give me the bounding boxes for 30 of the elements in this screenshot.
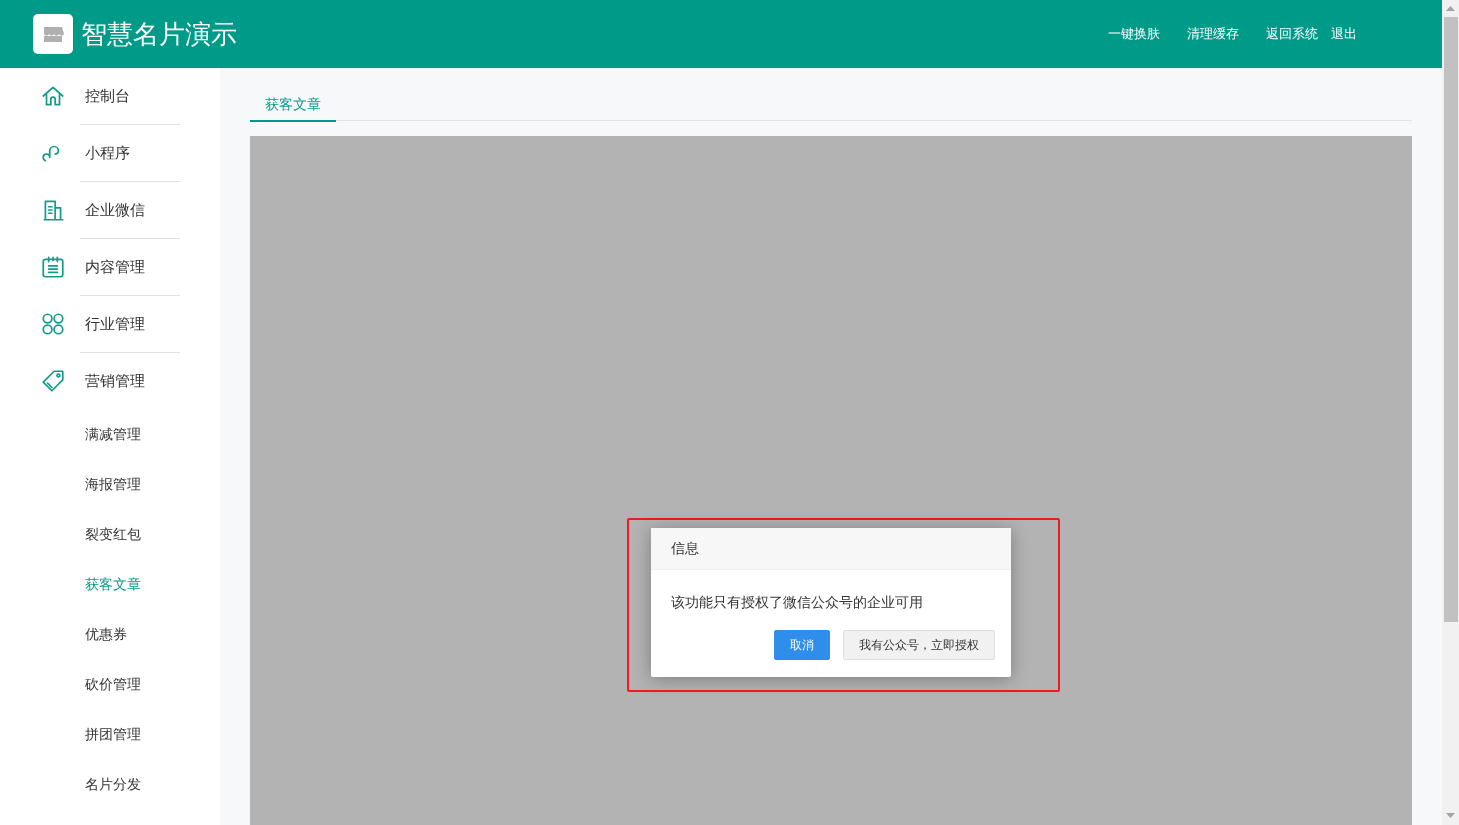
menu-item[interactable]: 行业管理 [85,312,145,336]
submenu-item[interactable]: 获客文章 [85,573,141,595]
store-icon [33,14,73,54]
tag-icon [40,368,66,394]
app-title: 智慧名片演示 [81,17,237,51]
menu-item[interactable]: 企业微信 [85,198,145,222]
calendar-icon [40,254,66,280]
menu-item[interactable]: 小程序 [85,141,130,165]
submenu-item[interactable]: 优惠券 [85,623,127,645]
submenu-item[interactable]: 满减管理 [85,423,141,445]
menu-item[interactable]: 营销管理 [85,369,145,393]
dialog-message: 该功能只有授权了微信公众号的企业可用 [670,593,924,612]
dialog-title: 信息 [671,539,699,558]
scroll-up-icon[interactable] [1446,6,1455,12]
scroll-thumb[interactable] [1443,17,1458,622]
header-link[interactable]: 清理缓存 [1187,24,1239,44]
menu-item[interactable]: 内容管理 [85,255,145,279]
header-link[interactable]: 退出 [1331,24,1357,44]
scroll-down-icon[interactable] [1446,813,1455,819]
submenu-item[interactable]: 砍价管理 [85,673,141,695]
header-link[interactable]: 返回系统 [1266,24,1318,44]
submenu-item[interactable]: 名片分发 [85,773,141,795]
scrollbar[interactable] [1442,0,1459,825]
clover-icon [40,311,66,337]
submenu-item[interactable]: 海报管理 [85,473,141,495]
authorize-button[interactable]: 我有公众号，立即授权 [843,630,995,660]
submenu-item[interactable]: 拼团管理 [85,723,141,745]
header-link[interactable]: 一键换肤 [1108,24,1160,44]
submenu-item[interactable]: 裂变红包 [85,523,141,545]
menu-item[interactable]: 控制台 [85,84,130,108]
